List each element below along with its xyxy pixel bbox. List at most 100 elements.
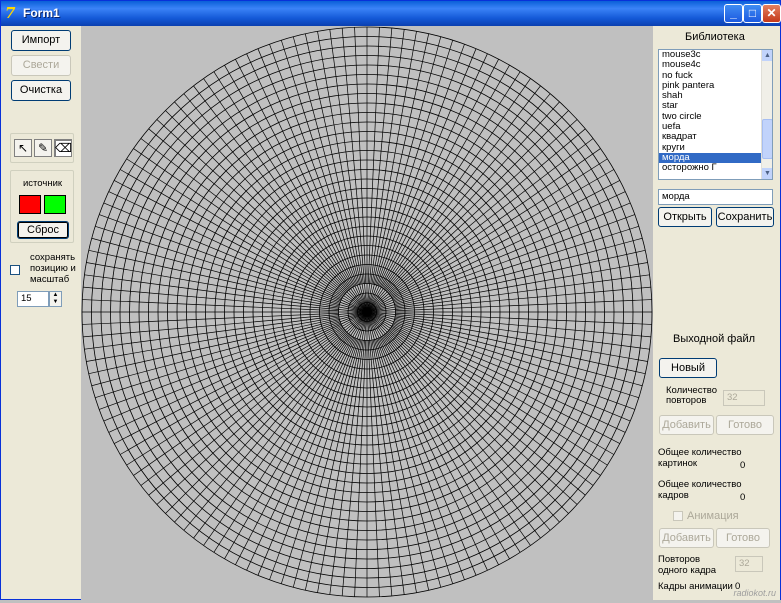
- output-title: Выходной файл: [673, 333, 756, 345]
- grid-spoke: [292, 311, 368, 588]
- tool-group: ↖ ✎ ⌫: [10, 133, 74, 163]
- grid-spoke: [366, 311, 643, 387]
- grid-spoke: [82, 312, 339, 325]
- open-button[interactable]: Открыть: [658, 207, 712, 227]
- reset-button[interactable]: Сброс: [17, 221, 69, 239]
- keep-position-label-3: масштаб: [30, 274, 70, 285]
- grid-spoke: [280, 339, 359, 584]
- grid-spoke: [394, 320, 639, 399]
- library-items: mouse3c mouse4c no fuck pink pantera shah sta…: [659, 50, 772, 174]
- grid-spoke: [370, 29, 405, 284]
- spin-down-icon[interactable]: ▼: [50, 299, 61, 306]
- keep-position-checkbox[interactable]: [10, 265, 20, 275]
- library-item[interactable]: осторожно Г: [659, 162, 772, 173]
- right-panel: Библиотека mouse3c mouse4c no fuck pink pan…: [653, 26, 780, 600]
- grid-spoke: [366, 311, 442, 588]
- eraser-icon: ⌫: [55, 141, 72, 155]
- grid-spoke: [366, 36, 442, 313]
- done-button[interactable]: Готово: [716, 415, 774, 435]
- anim-frames-label: Кадры анимации: [658, 581, 733, 592]
- grid-spoke: [367, 340, 380, 597]
- polar-grid: [81, 26, 653, 598]
- done-frame-button[interactable]: Готово: [716, 528, 770, 548]
- grid-spoke: [280, 40, 359, 285]
- scale-spin-input[interactable]: 15: [17, 291, 49, 307]
- clear-button[interactable]: Очистка: [11, 80, 71, 101]
- minimize-icon: _: [730, 6, 737, 20]
- close-icon: ✕: [766, 6, 777, 20]
- library-title: Библиотека: [685, 31, 745, 43]
- grid-spoke: [84, 315, 339, 350]
- scroll-thumb[interactable]: [762, 119, 772, 159]
- left-panel: Импорт Свести Очистка ↖ ✎ ⌫ источник Сбр…: [5, 27, 81, 598]
- frame-repeat-label-1: Повторов: [658, 554, 701, 565]
- library-list[interactable]: mouse3c mouse4c no fuck pink pantera shah sta…: [658, 49, 773, 180]
- grid-spoke: [84, 274, 339, 309]
- grid-spoke: [329, 29, 364, 284]
- source-color-green[interactable]: [44, 195, 66, 214]
- total-frames-label-2: кадров: [658, 490, 689, 501]
- grid-spoke: [95, 225, 340, 304]
- close-button[interactable]: ✕: [762, 4, 781, 23]
- spin-up-icon[interactable]: ▲: [50, 292, 61, 299]
- scroll-down-icon[interactable]: ▼: [762, 168, 772, 179]
- grid-spoke: [375, 339, 454, 584]
- grid-spoke: [95, 320, 340, 399]
- grid-spoke: [82, 299, 339, 312]
- app-icon: 7: [5, 4, 16, 22]
- maximize-icon: □: [748, 6, 757, 20]
- grid-spoke: [292, 36, 368, 313]
- new-button[interactable]: Новый: [659, 358, 717, 378]
- minimize-button[interactable]: _: [724, 4, 743, 23]
- window-title: Form1: [23, 6, 60, 20]
- grid-spoke: [354, 340, 367, 597]
- main-window: 7 Form1 _ □ ✕ Импорт Свести Очистка ↖ ✎ …: [0, 0, 781, 600]
- pipette-tool[interactable]: ✎: [34, 139, 52, 157]
- frame-repeat-label-2: одного кадра: [658, 565, 717, 576]
- scale-spin-buttons[interactable]: ▲ ▼: [49, 291, 62, 307]
- grid-spoke: [366, 237, 643, 313]
- grid-spoke: [91, 237, 368, 313]
- maximize-button[interactable]: □: [743, 4, 762, 23]
- grid-spoke: [329, 340, 364, 595]
- library-scrollbar[interactable]: ▲ ▼: [761, 50, 772, 179]
- total-pics-value: 0: [740, 460, 746, 471]
- source-label: источник: [23, 178, 63, 189]
- animation-label: Анимация: [687, 510, 739, 522]
- keep-position-label-2: позицию и: [30, 263, 76, 274]
- repeat-count-label-2: повторов: [666, 395, 707, 406]
- library-name-input[interactable]: морда: [658, 189, 773, 205]
- watermark-text: radiokot.ru: [733, 588, 776, 598]
- add-frame-button[interactable]: Добавить: [659, 528, 714, 548]
- eraser-tool[interactable]: ⌫: [54, 139, 72, 157]
- grid-spoke: [354, 27, 367, 284]
- total-frames-value: 0: [740, 492, 746, 503]
- grid-spoke: [395, 299, 652, 312]
- frame-repeat-input[interactable]: 32: [735, 556, 763, 572]
- grid-spoke: [395, 274, 650, 309]
- scroll-up-icon[interactable]: ▲: [762, 50, 772, 61]
- source-group: источник Сброс: [10, 170, 74, 243]
- keep-position-label-1: сохранять: [30, 252, 76, 263]
- drawing-canvas[interactable]: [81, 26, 653, 600]
- pipette-icon: ✎: [37, 141, 49, 155]
- grid-spoke: [395, 315, 650, 350]
- import-button[interactable]: Импорт: [11, 30, 71, 51]
- title-bar[interactable]: 7 Form1 _ □ ✕: [1, 1, 781, 26]
- animation-checkbox[interactable]: [673, 511, 683, 521]
- source-color-red[interactable]: [19, 195, 41, 214]
- merge-button[interactable]: Свести: [11, 55, 71, 76]
- total-frames-label-1: Общее количество: [658, 479, 742, 490]
- pointer-tool[interactable]: ↖: [14, 139, 32, 157]
- total-pics-label-2: картинок: [658, 458, 698, 469]
- grid-spoke: [367, 27, 380, 284]
- grid-spoke: [370, 340, 405, 595]
- grid-spoke: [375, 40, 454, 285]
- grid-spoke: [395, 312, 652, 325]
- cursor-arrow-icon: ↖: [17, 141, 29, 155]
- grid-spoke: [91, 311, 368, 387]
- grid-spoke: [394, 225, 639, 304]
- save-button[interactable]: Сохранить: [716, 207, 774, 227]
- add-button[interactable]: Добавить: [659, 415, 714, 435]
- repeat-count-input[interactable]: 32: [723, 390, 765, 406]
